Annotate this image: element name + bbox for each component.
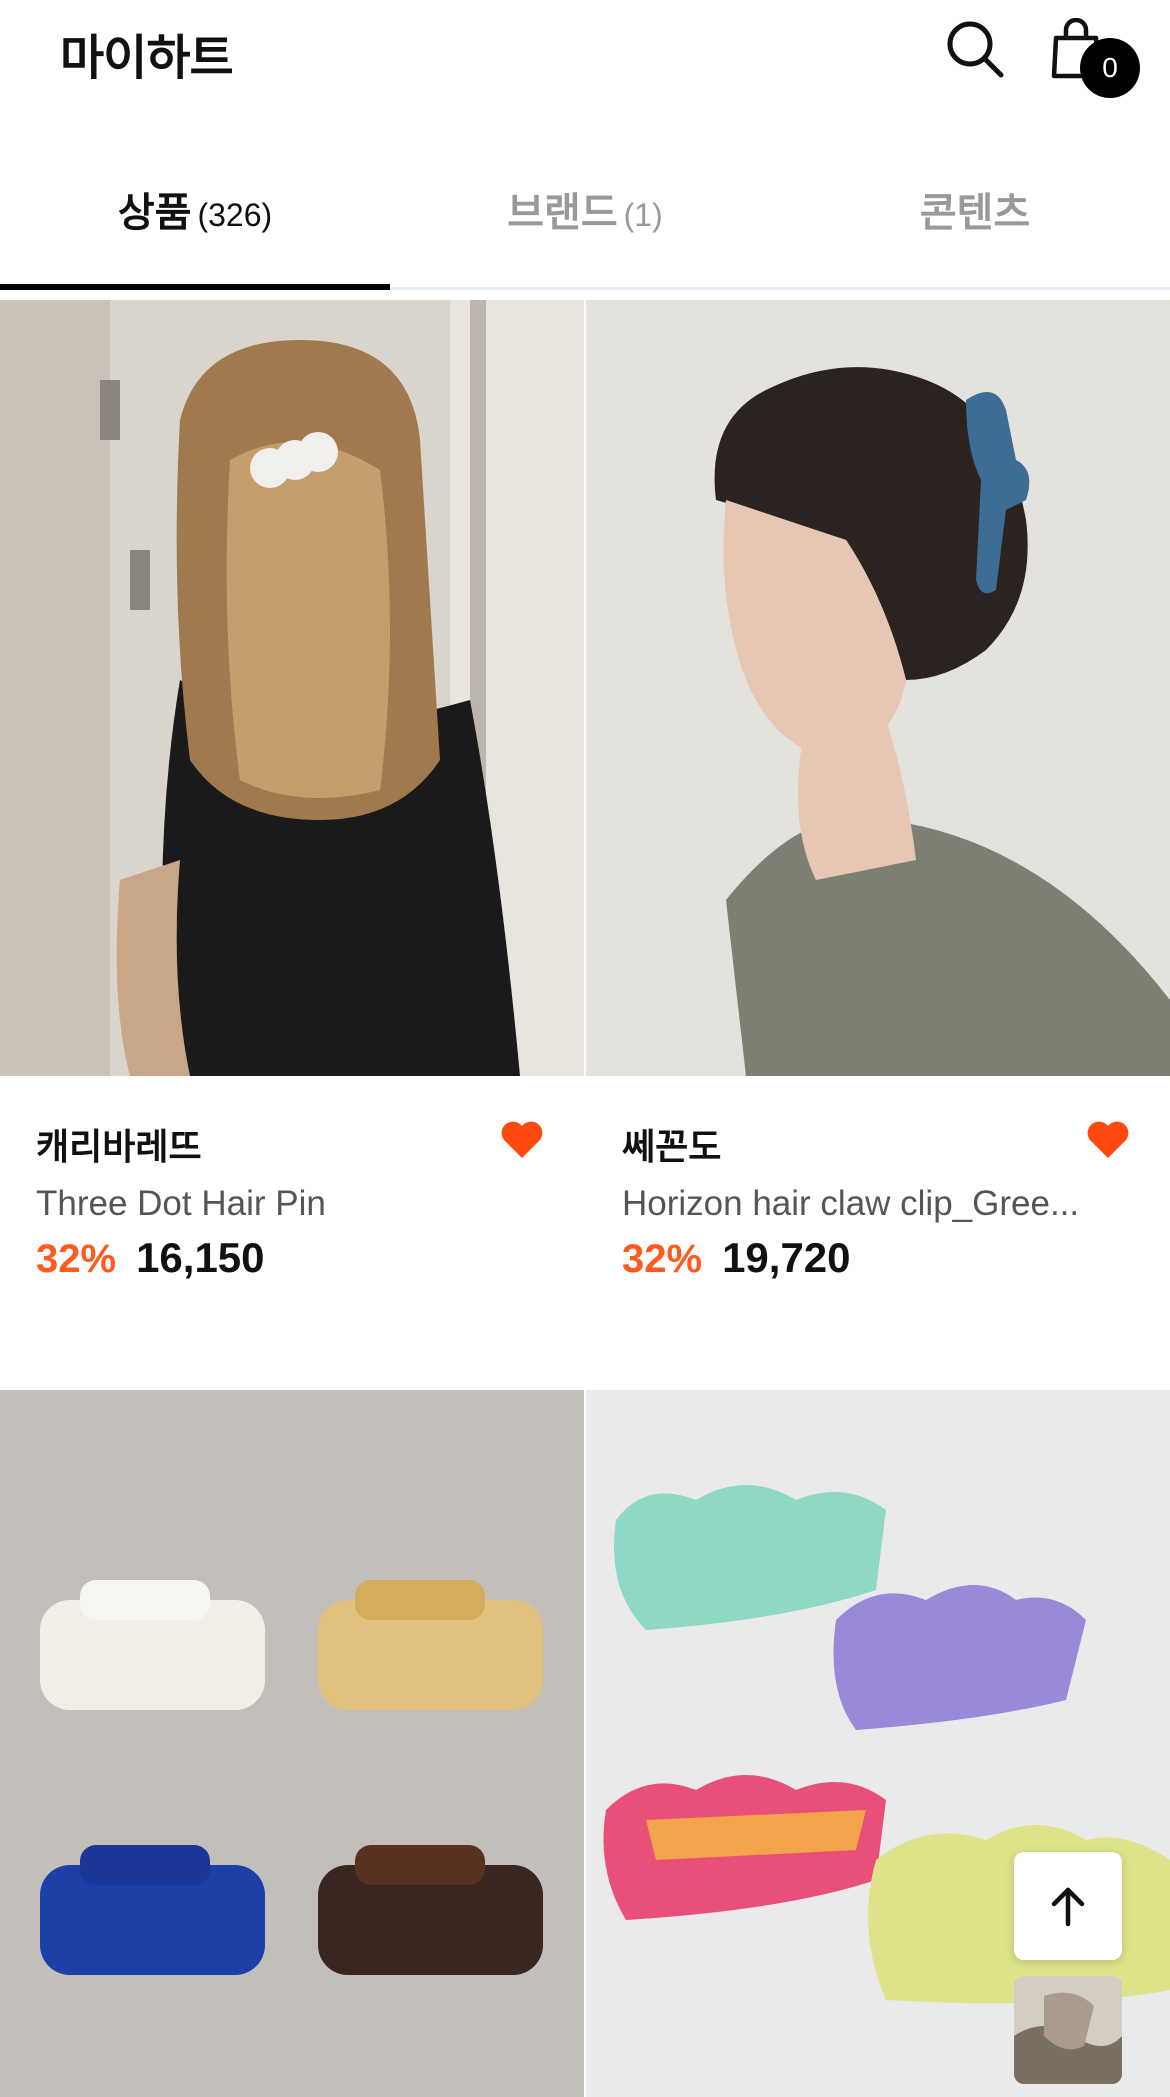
active-tab-indicator [0,284,390,290]
product-brand: 캐리바레뜨 [36,1127,202,1168]
sale-price: 16,150 [136,1234,265,1281]
price-row: 32% 16,150 [36,1234,548,1282]
price-row: 32% 19,720 [622,1234,1134,1282]
like-button[interactable] [1086,1120,1130,1160]
search-button[interactable] [944,18,1006,80]
product-card[interactable] [0,1390,584,2097]
tab-products[interactable]: 상품 (326) [0,150,390,290]
sale-price: 19,720 [722,1234,851,1281]
tab-bar: 상품 (326) 브랜드 (1) 콘텐츠 [0,150,1170,290]
heart-icon [501,1121,543,1158]
search-icon [947,21,1004,78]
scroll-to-top-button[interactable] [1014,1852,1122,1960]
arrow-up-icon [1051,1887,1085,1927]
discount-rate: 32% [36,1237,117,1281]
recent-item-thumbnail[interactable] [1014,1976,1122,2084]
discount-rate: 32% [622,1237,703,1281]
tab-label: 상품 [117,189,192,236]
cart-count-badge: 0 [1080,38,1140,98]
cart-button[interactable]: 0 [1050,18,1140,100]
tab-brands[interactable]: 브랜드 (1) [390,150,780,287]
heart-icon [1087,1121,1129,1158]
top-bar: 마이하트 0 [0,0,1170,120]
product-info: 캐리바레뜨 Three Dot Hair Pin 32% 16,150 [36,1118,548,1282]
tab-label: 브랜드 [507,189,618,236]
tab-count: (1) [623,196,663,233]
product-name: Three Dot Hair Pin [36,1184,326,1223]
product-name: Horizon hair claw clip_Gree... [622,1184,1080,1223]
like-button[interactable] [500,1120,544,1160]
product-image[interactable] [0,1390,584,2097]
product-card[interactable]: 캐리바레뜨 Three Dot Hair Pin 32% 16,150 [0,300,584,1380]
product-image[interactable] [0,300,584,1076]
product-image[interactable] [586,300,1170,1076]
product-brand: 쎄꼰도 [622,1127,722,1168]
page-title: 마이하트 [60,30,234,86]
product-card[interactable]: 쎄꼰도 Horizon hair claw clip_Gree... 32% 1… [586,300,1170,1380]
tab-count: (326) [197,196,273,233]
tab-contents[interactable]: 콘텐츠 [780,150,1170,287]
tab-label: 콘텐츠 [919,189,1031,236]
product-info: 쎄꼰도 Horizon hair claw clip_Gree... 32% 1… [622,1118,1134,1282]
